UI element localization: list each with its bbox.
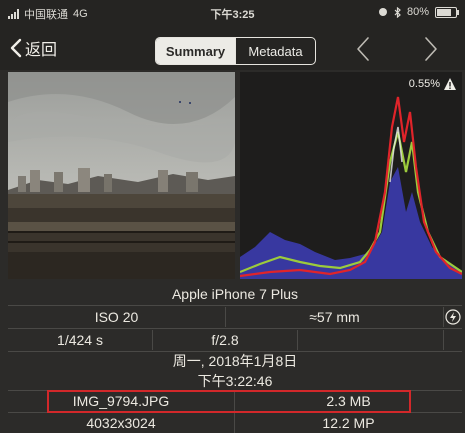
capture-time: 下午3:22:46 bbox=[197, 373, 273, 389]
previous-photo-button[interactable] bbox=[352, 35, 376, 63]
photo-thumbnail bbox=[8, 72, 235, 279]
iso-value: ISO 20 bbox=[8, 307, 226, 327]
flash-cell bbox=[444, 307, 462, 327]
view-segmented-control: Summary Metadata bbox=[155, 37, 316, 65]
warning-icon[interactable] bbox=[443, 77, 457, 91]
next-photo-button[interactable] bbox=[418, 35, 442, 63]
battery-percent: 80% bbox=[406, 6, 429, 18]
histogram-panel: 0.55% bbox=[240, 72, 462, 279]
exposure-row-2: 1/424 s f/2.8 bbox=[8, 330, 462, 350]
histogram-blue-area bbox=[240, 167, 462, 279]
chevron-left-icon bbox=[357, 37, 369, 61]
aperture-value: f/2.8 bbox=[153, 330, 298, 350]
camera-model: Apple iPhone 7 Plus bbox=[171, 286, 299, 302]
status-right: 80% bbox=[378, 6, 459, 18]
tab-summary[interactable]: Summary bbox=[156, 38, 235, 64]
divider bbox=[8, 305, 462, 306]
dimensions-value: 4032x3024 bbox=[8, 413, 235, 433]
back-label: 返回 bbox=[25, 42, 58, 59]
megapixels-value: 12.2 MP bbox=[322, 415, 375, 431]
bluetooth-icon bbox=[394, 6, 401, 18]
alarm-icon bbox=[378, 8, 387, 16]
flash-icon bbox=[445, 309, 461, 325]
photo-preview[interactable] bbox=[8, 72, 235, 279]
capture-date: 周一, 2018年1月8日 bbox=[172, 353, 298, 369]
battery-icon bbox=[435, 6, 459, 18]
exposure-mode-cell bbox=[298, 330, 444, 350]
time-row: 下午3:22:46 bbox=[8, 371, 462, 391]
battery-fill bbox=[437, 8, 451, 16]
shutter-speed-value: 1/424 s bbox=[8, 330, 153, 350]
highlight-clipping-label: 0.55% bbox=[408, 78, 440, 90]
back-button[interactable]: 返回 bbox=[10, 36, 57, 60]
camera-row: Apple iPhone 7 Plus bbox=[8, 284, 462, 304]
chevron-right-icon bbox=[425, 37, 437, 61]
extra-cell bbox=[444, 330, 462, 350]
nav-bar: 返回 Summary Metadata bbox=[0, 26, 465, 70]
divider bbox=[8, 328, 462, 329]
date-row: 周一, 2018年1月8日 bbox=[8, 351, 462, 371]
focal-length-value: ≈57 mm bbox=[226, 307, 444, 327]
tab-metadata[interactable]: Metadata bbox=[235, 38, 315, 64]
dimensions-row: 4032x3024 12.2 MP bbox=[8, 413, 462, 433]
chevron-left-icon bbox=[10, 38, 22, 58]
status-bar: 中国联通 4G 下午3:25 80% bbox=[0, 0, 465, 26]
file-info-highlight-box bbox=[47, 390, 411, 413]
exposure-row-1: ISO 20 ≈57 mm bbox=[8, 307, 462, 327]
histogram-chart bbox=[240, 96, 462, 279]
